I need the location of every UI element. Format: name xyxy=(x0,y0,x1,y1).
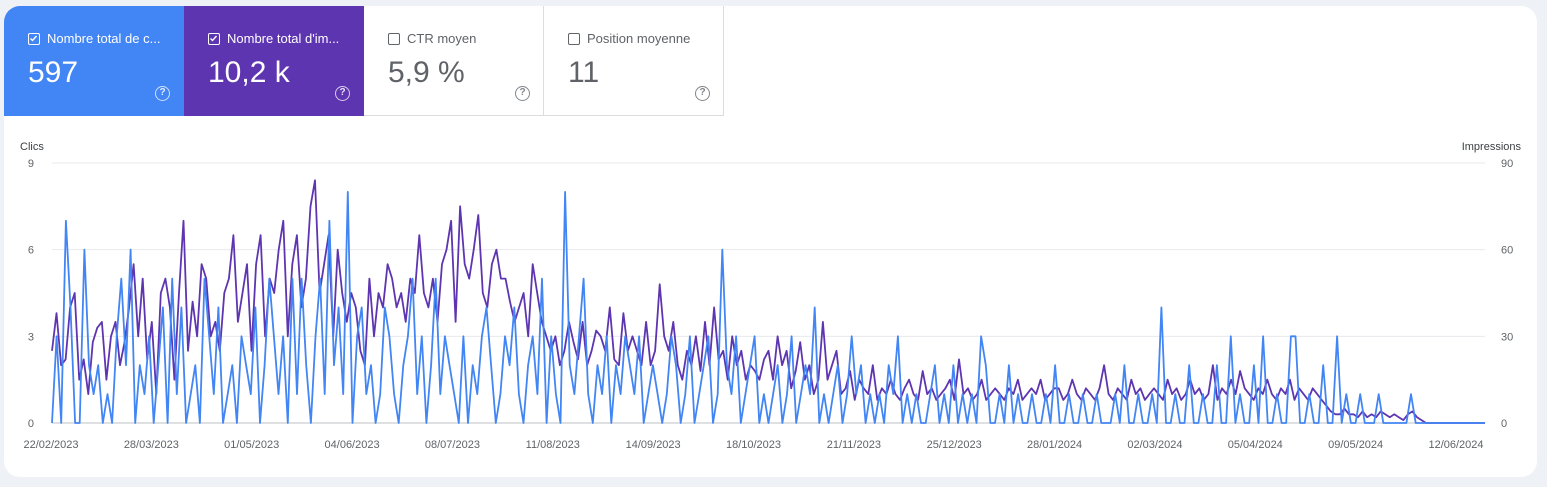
x-tick-label: 18/10/2023 xyxy=(726,439,781,451)
x-tick-label: 02/03/2024 xyxy=(1127,439,1182,451)
y-left-tick-label: 0 xyxy=(28,418,34,430)
y-right-tick-label: 0 xyxy=(1501,418,1507,430)
y-left-tick-label: 9 xyxy=(28,158,34,170)
impressions-line xyxy=(51,179,1485,424)
x-tick-label: 04/06/2023 xyxy=(325,439,380,451)
performance-chart: Clics Impressions 0 0 3 30 6 60 9 90 22/02/2023 28/… xyxy=(20,141,1522,451)
performance-card: Nombre total de c... 597 ? Nombre total … xyxy=(4,6,1537,477)
x-tick-label: 14/09/2023 xyxy=(626,439,681,451)
x-tick-label: 05/04/2024 xyxy=(1228,439,1283,451)
x-tick-label: 25/12/2023 xyxy=(927,439,982,451)
y-right-axis-title: Impressions xyxy=(1462,141,1522,153)
x-tick-label: 08/07/2023 xyxy=(425,439,480,451)
x-tick-label: 22/02/2023 xyxy=(23,439,78,451)
x-tick-label: 01/05/2023 xyxy=(224,439,279,451)
x-tick-label: 09/05/2024 xyxy=(1328,439,1383,451)
y-right-tick-label: 30 xyxy=(1501,331,1513,343)
x-tick-label: 11/08/2023 xyxy=(526,439,580,451)
y-left-axis-title: Clics xyxy=(20,141,44,153)
y-right-tick-label: 90 xyxy=(1501,158,1513,170)
x-tick-label: 12/06/2024 xyxy=(1428,439,1483,451)
y-left-tick-label: 3 xyxy=(28,331,34,343)
x-tick-label: 28/03/2023 xyxy=(124,439,179,451)
y-right-tick-label: 60 xyxy=(1501,245,1513,257)
x-tick-label: 21/11/2023 xyxy=(827,439,881,451)
x-tick-label: 28/01/2024 xyxy=(1027,439,1082,451)
y-left-tick-label: 6 xyxy=(28,245,34,257)
